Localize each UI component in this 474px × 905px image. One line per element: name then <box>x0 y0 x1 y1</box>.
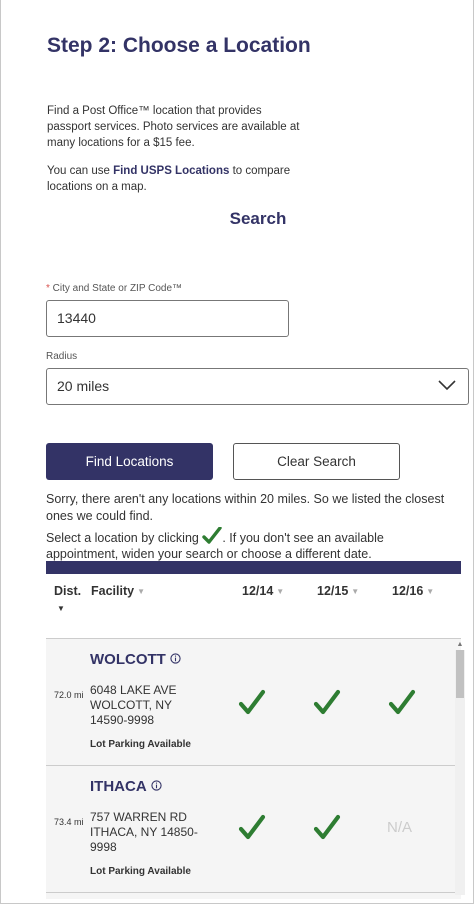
search-heading: Search <box>229 209 287 228</box>
info-icon[interactable] <box>151 780 162 791</box>
find-locations-button[interactable]: Find Locations <box>46 443 213 480</box>
parking-info: Lot Parking Available <box>90 866 191 877</box>
page-title: Step 2: Choose a Location <box>47 34 311 57</box>
column-header-distance-label: Dist. <box>54 584 82 598</box>
column-header-date-3-label: 12/16 <box>392 584 424 598</box>
facility-name[interactable]: ITHACA <box>90 778 162 795</box>
sort-icon: ▼ <box>137 587 145 596</box>
intro-text: Find a Post Office™ location that provid… <box>47 105 300 149</box>
column-header-date-1-label: 12/14 <box>242 584 274 598</box>
parking-info: Lot Parking Available <box>90 739 191 750</box>
select-prefix: Select a location by clicking <box>46 531 199 545</box>
sort-descending-icon: ▼ <box>57 604 65 613</box>
check-icon[interactable] <box>388 689 416 717</box>
check-icon[interactable] <box>238 814 266 842</box>
radius-selected-value: 20 miles <box>57 378 110 394</box>
radius-label: Radius <box>46 351 78 362</box>
table-header: Dist. ▼ Facility ▼ 12/14 ▼ 12/15 ▼ 12/16 ▼ <box>46 574 461 638</box>
city-zip-label-text: City and State or ZIP Code™ <box>49 283 183 294</box>
column-header-distance[interactable]: Dist. <box>54 584 81 598</box>
table-scrollbar[interactable] <box>455 650 465 895</box>
radius-select[interactable]: 20 miles <box>46 368 469 405</box>
column-header-date-2[interactable]: 12/15 ▼ <box>317 584 359 598</box>
clear-search-button[interactable]: Clear Search <box>233 443 400 480</box>
chevron-down-icon <box>438 380 456 391</box>
check-icon[interactable] <box>313 814 341 842</box>
row-distance: 73.4 mi <box>54 817 84 827</box>
facility-address: 6048 LAKE AVE WOLCOTT, NY 14590-9998 <box>90 683 177 727</box>
table-row: 72.0 mi WOLCOTT 6048 LAKE AVE WOLCOTT, N… <box>46 639 456 766</box>
check-icon[interactable] <box>313 689 341 717</box>
select-instructions: Select a location by clicking . If you d… <box>46 527 446 562</box>
compare-prefix: You can use <box>47 165 114 177</box>
facility-address: 757 WARREN RD ITHACA, NY 14850-9998 <box>90 810 198 854</box>
scrollbar-thumb[interactable] <box>456 650 464 698</box>
not-available-label: N/A <box>387 819 413 836</box>
page-frame: Step 2: Choose a Location Find a Post Of… <box>0 0 474 904</box>
row-distance: 72.0 mi <box>54 690 84 700</box>
column-header-date-3[interactable]: 12/16 ▼ <box>392 584 434 598</box>
column-header-facility[interactable]: Facility ▼ <box>91 584 145 598</box>
compare-text: You can use Find USPS Locations to compa… <box>47 163 317 195</box>
column-header-date-1[interactable]: 12/14 ▼ <box>242 584 284 598</box>
sort-icon: ▼ <box>276 587 285 596</box>
table-row: 73.4 mi ITHACA 757 WARREN RD ITHACA, NY … <box>46 766 456 893</box>
column-header-facility-label: Facility <box>91 584 135 598</box>
check-icon <box>202 527 223 544</box>
scroll-up-arrow[interactable]: ▲ <box>455 640 465 650</box>
sort-icon: ▼ <box>426 587 435 596</box>
city-zip-label: * City and State or ZIP Code™ <box>46 283 182 294</box>
city-zip-input[interactable]: 13440 <box>46 300 289 337</box>
column-header-date-2-label: 12/15 <box>317 584 349 598</box>
info-icon[interactable] <box>170 653 181 664</box>
facility-name-text: WOLCOTT <box>90 651 166 668</box>
find-usps-locations-link[interactable]: Find USPS Locations <box>113 165 229 177</box>
table-body: 72.0 mi WOLCOTT 6048 LAKE AVE WOLCOTT, N… <box>46 638 461 899</box>
sort-icon: ▼ <box>351 587 360 596</box>
check-icon[interactable] <box>238 689 266 717</box>
facility-name[interactable]: WOLCOTT <box>90 651 181 668</box>
no-results-message: Sorry, there aren't any locations within… <box>46 492 445 523</box>
facility-name-text: ITHACA <box>90 778 147 795</box>
table-top-bar <box>46 561 461 574</box>
